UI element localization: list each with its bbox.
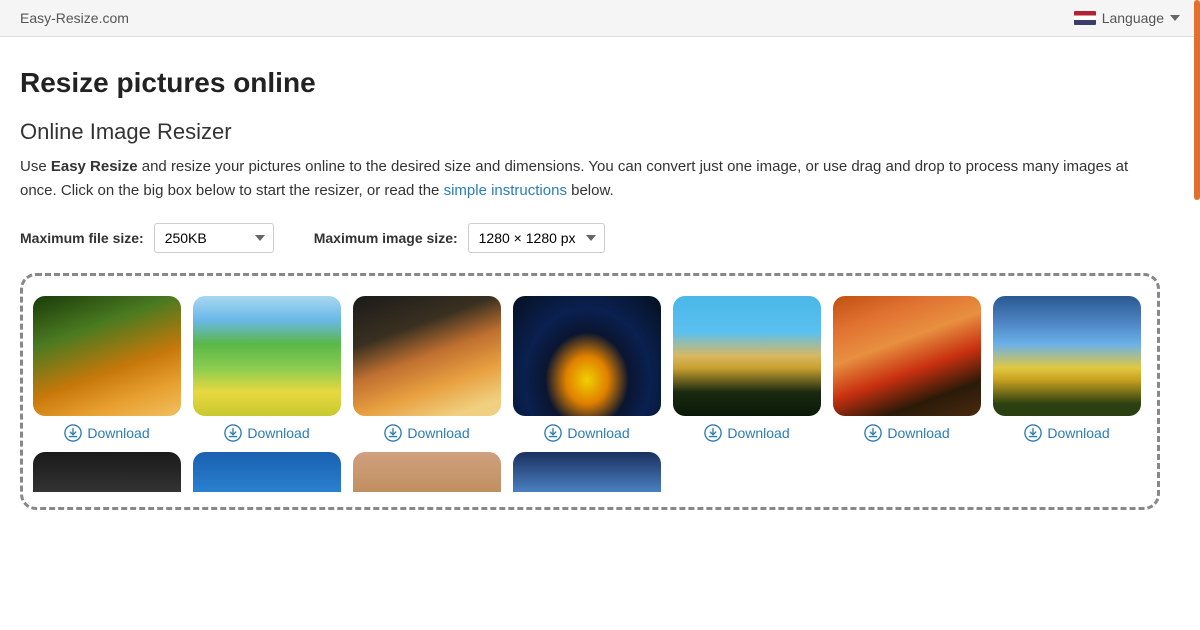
language-label: Language [1102, 10, 1164, 26]
file-size-select[interactable]: 250KB 50KB 100KB 150KB 200KB 500KB 1MB 2… [154, 223, 274, 253]
brand-name: Easy Resize [51, 158, 138, 175]
scrollbar-accent[interactable] [1194, 0, 1200, 200]
download-icon [544, 424, 562, 442]
image-thumbnail [673, 296, 821, 416]
download-label: Download [1047, 425, 1109, 441]
download-icon [384, 424, 402, 442]
download-button-7[interactable]: Download [1024, 424, 1109, 442]
list-item: Download [673, 296, 821, 442]
image-thumbnail [33, 296, 181, 416]
list-item: Download [193, 296, 341, 442]
language-selector[interactable]: Language [1074, 10, 1180, 26]
chevron-down-icon [1170, 15, 1180, 21]
section-title: Online Image Resizer [20, 119, 1160, 145]
image-thumbnail [993, 296, 1141, 416]
download-label: Download [727, 425, 789, 441]
download-icon [1024, 424, 1042, 442]
download-button-4[interactable]: Download [544, 424, 629, 442]
download-icon [224, 424, 242, 442]
download-button-3[interactable]: Download [384, 424, 469, 442]
image-thumbnail-partial [513, 452, 661, 492]
download-icon [864, 424, 882, 442]
file-size-control: Maximum file size: 250KB 50KB 100KB 150K… [20, 223, 274, 253]
images-grid-bottom [33, 452, 1147, 492]
controls: Maximum file size: 250KB 50KB 100KB 150K… [20, 223, 1160, 253]
download-label: Download [887, 425, 949, 441]
download-label: Download [87, 425, 149, 441]
images-grid: Download Download [33, 296, 1147, 442]
list-item: Download [513, 296, 661, 442]
download-button-5[interactable]: Download [704, 424, 789, 442]
list-item: Download [833, 296, 981, 442]
image-thumbnail-partial [33, 452, 181, 492]
simple-instructions-link[interactable]: simple instructions [444, 182, 567, 199]
image-thumbnail [513, 296, 661, 416]
image-size-label: Maximum image size: [314, 230, 458, 246]
desc-text-3: below. [567, 182, 614, 199]
image-thumbnail [193, 296, 341, 416]
file-size-label: Maximum file size: [20, 230, 144, 246]
flag-icon [1074, 11, 1096, 25]
description: Use Easy Resize and resize your pictures… [20, 155, 1160, 203]
page-title: Resize pictures online [20, 67, 1160, 99]
download-icon [64, 424, 82, 442]
download-button-2[interactable]: Download [224, 424, 309, 442]
image-size-select[interactable]: 1280 × 1280 px 640 × 640 px 800 × 800 px… [468, 223, 605, 253]
download-icon [704, 424, 722, 442]
site-logo: Easy-Resize.com [20, 10, 129, 26]
download-button-6[interactable]: Download [864, 424, 949, 442]
main-content: Resize pictures online Online Image Resi… [0, 37, 1180, 510]
image-thumbnail [353, 296, 501, 416]
header: Easy-Resize.com Language [0, 0, 1200, 37]
image-size-control: Maximum image size: 1280 × 1280 px 640 ×… [314, 223, 605, 253]
image-thumbnail [833, 296, 981, 416]
download-button-1[interactable]: Download [64, 424, 149, 442]
list-item: Download [993, 296, 1141, 442]
list-item: Download [33, 296, 181, 442]
desc-text-1: Use [20, 158, 51, 175]
download-label: Download [567, 425, 629, 441]
download-label: Download [247, 425, 309, 441]
image-thumbnail-partial [353, 452, 501, 492]
image-thumbnail-partial [193, 452, 341, 492]
download-label: Download [407, 425, 469, 441]
list-item: Download [353, 296, 501, 442]
drop-zone[interactable]: Download Download [20, 273, 1160, 510]
